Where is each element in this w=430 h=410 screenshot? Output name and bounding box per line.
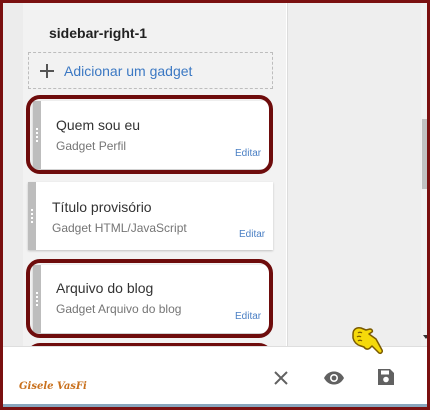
close-button[interactable] xyxy=(268,365,294,391)
scroll-down-arrow-icon[interactable] xyxy=(423,335,427,339)
save-button[interactable] xyxy=(373,364,399,390)
pointing-hand-icon xyxy=(352,327,383,354)
plus-icon xyxy=(40,63,54,78)
highlight-outline xyxy=(26,95,273,174)
close-icon xyxy=(274,371,288,385)
edit-link[interactable]: Editar xyxy=(239,229,265,240)
left-strip xyxy=(3,3,23,346)
add-gadget-button[interactable]: Adicionar um gadget xyxy=(28,52,273,89)
preview-button[interactable] xyxy=(321,365,347,391)
gadget-subtitle: Gadget HTML/JavaScript xyxy=(52,221,187,235)
gadget-title: Título provisório xyxy=(52,199,152,215)
drag-handle-icon[interactable] xyxy=(28,182,36,250)
gadget-card-html[interactable]: Título provisório Gadget HTML/JavaScript… xyxy=(28,182,273,250)
section-title: sidebar-right-1 xyxy=(49,25,148,41)
eye-icon xyxy=(324,371,344,385)
save-icon xyxy=(378,369,394,385)
highlight-outline xyxy=(26,259,273,338)
layout-canvas xyxy=(287,3,421,346)
add-gadget-label: Adicionar um gadget xyxy=(64,62,193,79)
watermark-signature: Gisele VasFi xyxy=(19,381,87,392)
bottom-accent-line xyxy=(3,404,427,407)
scrollbar-thumb[interactable] xyxy=(422,119,427,189)
app-frame: sidebar-right-1 Adicionar um gadget Quem… xyxy=(0,0,430,410)
